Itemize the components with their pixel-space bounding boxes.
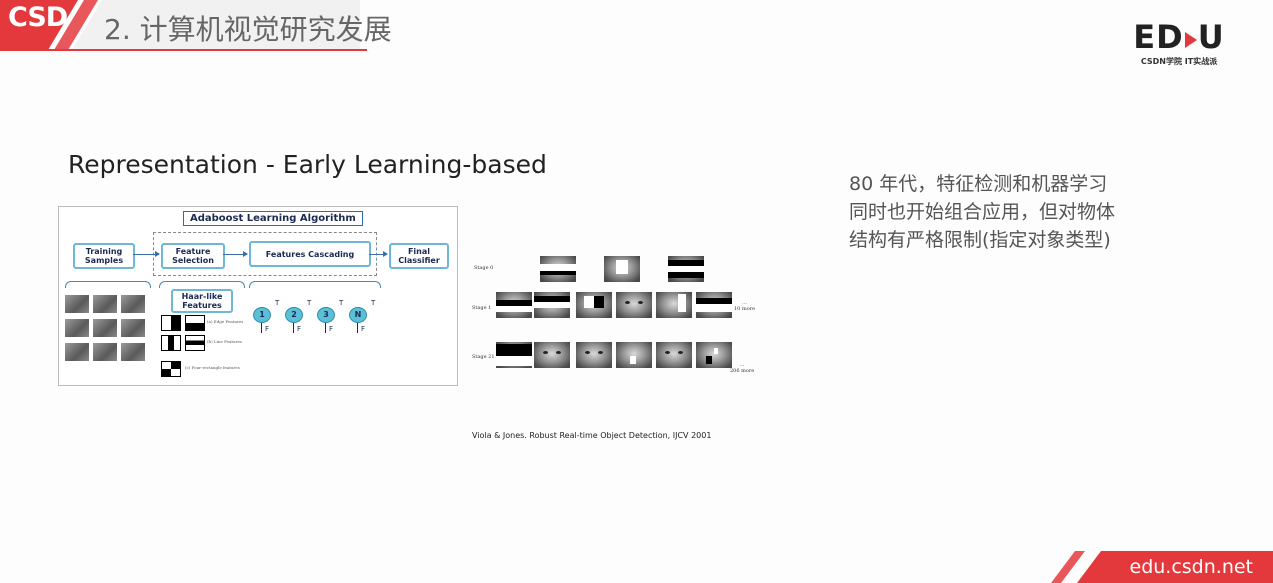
diagram-title: Adaboost Learning Algorithm [183, 211, 363, 226]
reject-arrow [357, 323, 358, 333]
face-sample [496, 342, 532, 368]
face-sample [576, 292, 612, 318]
haar-caption: (c) Four-rectangle features [185, 365, 240, 370]
logo-letter-u: U [1197, 18, 1225, 56]
sample-thumbnail [93, 343, 117, 361]
false-label: F [265, 325, 270, 333]
figure-heading: Representation - Early Learning-based [68, 150, 547, 179]
slide: CSD 2. 计算机视觉研究发展 ED U CSDN学院 IT实战派 Repres… [0, 0, 1273, 583]
brace [249, 281, 381, 288]
haar-caption: (a) Edge Features [207, 319, 244, 324]
haar-line-feature [161, 335, 181, 351]
cascade-stage-node: 1 [253, 307, 271, 323]
logo-letters: ED [1133, 18, 1184, 56]
feature-selection-node: Feature Selection [161, 243, 225, 269]
face-sample [656, 292, 692, 318]
cascade-stage-node: 2 [285, 307, 303, 323]
more-count: 10 more [734, 306, 756, 312]
page-title: 2. 计算机视觉研究发展 [104, 13, 392, 46]
footer-url: edu.csdn.net [1129, 556, 1254, 578]
haar-edge-feature [185, 315, 205, 331]
final-classifier-node: Final Classifier [389, 243, 449, 269]
sample-thumbnail [93, 295, 117, 313]
face-sample [534, 342, 570, 368]
haar-line-feature [185, 335, 205, 351]
features-cascading-node: Features Cascading [249, 241, 371, 267]
true-label: T [275, 299, 280, 307]
face-sample [696, 342, 732, 368]
face-sample [656, 342, 692, 368]
logo-wordmark: ED U [1121, 20, 1237, 54]
description-line: 结构有严格限制(指定对象类型) [849, 229, 1111, 251]
arrow [223, 251, 248, 257]
more-label: ... 206 more [730, 362, 754, 374]
true-label: T [307, 299, 312, 307]
face-sample [534, 292, 570, 318]
training-samples-node: Training Samples [73, 243, 135, 269]
haar-features-node: Haar-like Features [171, 289, 233, 313]
cascade-stage-node: 3 [317, 307, 335, 323]
face-sample [540, 256, 576, 282]
false-label: F [297, 325, 302, 333]
face-sample [496, 292, 532, 318]
face-sample [604, 256, 640, 282]
more-count: 206 more [730, 368, 755, 374]
more-label: ... 10 more [734, 300, 755, 312]
true-label: T [339, 299, 344, 307]
stage-label: Stage 1 [472, 305, 492, 311]
description-line: 同时也开始组合应用，但对物体 [849, 201, 1116, 223]
sample-thumbnail [93, 319, 117, 337]
arrow [133, 251, 160, 257]
face-sample [576, 342, 612, 368]
arrow [369, 251, 388, 257]
stage-label: Stage 21 [472, 354, 495, 360]
sample-thumbnail [121, 343, 145, 361]
brace [65, 281, 151, 288]
face-sample [616, 342, 652, 368]
adaboost-diagram: Adaboost Learning Algorithm Training Sam… [58, 206, 458, 386]
brace [159, 281, 245, 288]
haar-caption: (b) Line Features [207, 339, 242, 344]
haar-four-rect-feature [161, 361, 181, 377]
cascade-stage-node: N [349, 307, 367, 323]
face-sample [616, 292, 652, 318]
play-icon [1184, 32, 1197, 48]
description-line: 80 年代，特征检测和机器学习 [849, 173, 1108, 195]
sample-thumbnail [121, 319, 145, 337]
reject-arrow [293, 323, 294, 333]
face-sample [668, 256, 704, 282]
ribbon-logo-text: CSD [8, 2, 68, 33]
face-sample [696, 292, 732, 318]
sample-thumbnail [65, 295, 89, 313]
stage-label: Stage 0 [474, 265, 494, 271]
sample-thumbnail [65, 343, 89, 361]
false-label: F [361, 325, 366, 333]
citation: Viola & Jones. Robust Real-time Object D… [472, 431, 712, 440]
edu-logo: ED U CSDN学院 IT实战派 [1121, 20, 1237, 67]
true-label: T [371, 299, 376, 307]
logo-tagline: CSDN学院 IT实战派 [1140, 57, 1218, 66]
title-underline [0, 49, 367, 51]
sample-thumbnail [65, 319, 89, 337]
haar-edge-feature [161, 315, 181, 331]
reject-arrow [325, 323, 326, 333]
sample-thumbnail [121, 295, 145, 313]
reject-arrow [261, 323, 262, 333]
description-text: 80 年代，特征检测和机器学习 同时也开始组合应用，但对物体 结构有严格限制(指… [849, 170, 1209, 254]
false-label: F [329, 325, 334, 333]
